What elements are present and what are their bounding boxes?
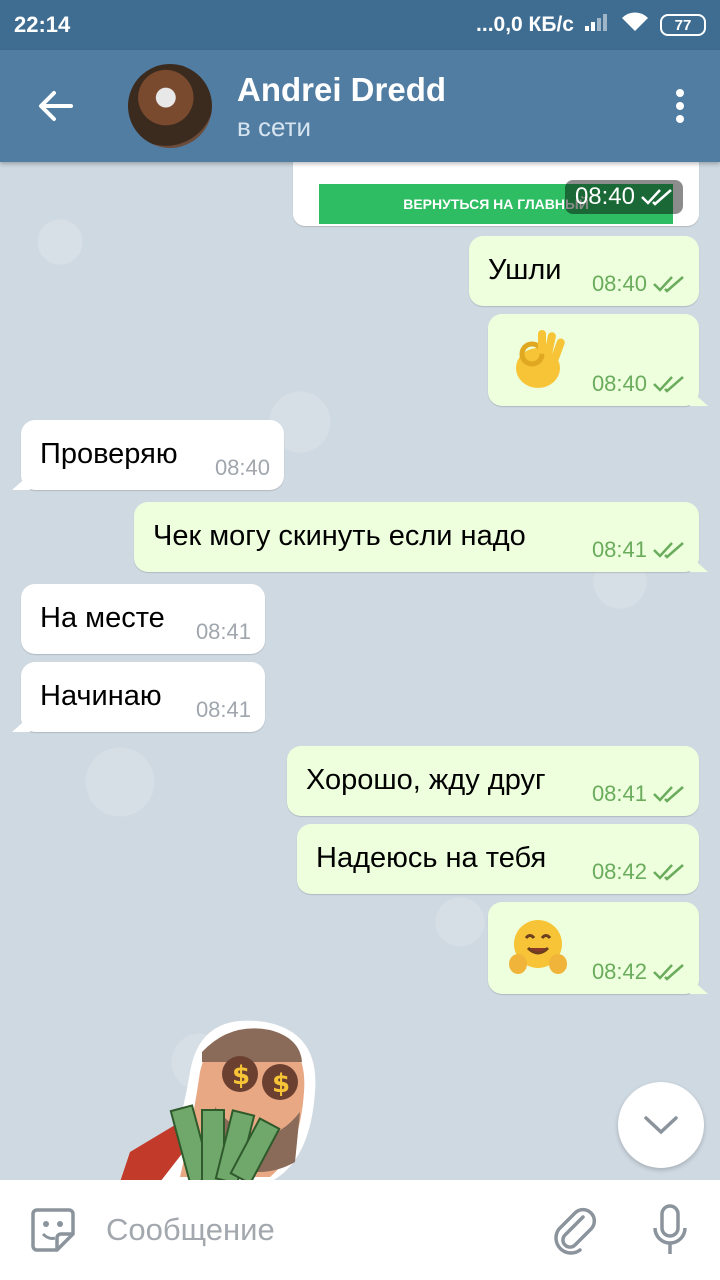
message-time: 08:40 [591,271,647,296]
status-time: 22:14 [14,12,71,37]
message-text: Чек могу скинуть если надо [153,520,526,552]
message-text: Проверяю [40,438,178,470]
network-speed: ...0,0 КБ/с [476,13,574,36]
status-bar: 22:14 ...0,0 КБ/с 77 [0,0,720,50]
link-preview-card[interactable]: ВЕРНУТЬСЯ НА ГЛАВНЫЙ 08:40 [293,162,699,226]
ok-hand-emoji-icon [516,330,565,388]
message-meta: 08:41 [196,697,251,723]
message-meta: 08:41 [592,781,685,807]
outgoing-message[interactable]: Чек могу скинуть если надо 08:41 [134,502,699,572]
incoming-message[interactable]: Начинаю 08:41 [21,662,265,732]
message-text: Надеюсь на тебя [316,842,547,874]
incoming-message[interactable]: На месте 08:41 [21,584,265,654]
double-check-icon [641,189,672,206]
message-meta: 08:42 [592,859,685,885]
outgoing-message[interactable]: Надеюсь на тебя 08:42 [297,824,699,894]
message-time: 08:40 [214,455,270,480]
message-meta: 08:40 [215,455,270,481]
money-man-sticker[interactable]: $ $ [120,1012,330,1180]
contact-info[interactable]: Andrei Dredd в сети [237,70,640,143]
message-time: 08:41 [591,537,647,562]
message-time: 08:42 [591,959,647,984]
double-check-icon [653,376,684,393]
message-text: Ушли [488,254,562,286]
more-vert-icon [676,89,684,123]
voice-message-button[interactable] [620,1180,720,1280]
message-meta: 08:42 [592,959,685,985]
paperclip-icon [554,1207,597,1255]
outgoing-message[interactable]: Хорошо, жду друг 08:41 [287,746,699,816]
message-time: 08:41 [195,697,251,722]
scroll-down-button[interactable] [618,1082,704,1168]
chat-header: Andrei Dredd в сети [0,50,720,162]
double-check-icon [653,864,684,881]
message-text: Хорошо, жду друг [306,764,546,796]
attach-button[interactable] [530,1180,620,1280]
more-options-button[interactable] [640,50,720,162]
message-meta: 08:40 [592,371,685,397]
double-check-icon [653,542,684,559]
message-meta: 08:40 [564,180,683,214]
message-time: 08:41 [591,781,647,806]
contact-avatar[interactable] [128,64,212,148]
incoming-message[interactable]: Проверяю 08:40 [21,420,284,490]
svg-text:$: $ [272,1069,290,1099]
outgoing-message[interactable]: Ушли 08:40 [469,236,699,306]
back-arrow-icon [39,91,73,121]
back-button[interactable] [0,50,110,162]
wifi-icon [620,11,650,39]
message-meta: 08:41 [196,619,251,645]
contact-name: Andrei Dredd [237,70,447,108]
chevron-down-icon [644,1116,678,1135]
svg-text:$: $ [232,1061,250,1091]
sticker-button[interactable] [0,1180,106,1280]
sticker-icon [31,1208,75,1252]
microphone-icon [653,1204,687,1254]
double-check-icon [653,276,684,293]
message-list[interactable]: ВЕРНУТЬСЯ НА ГЛАВНЫЙ 08:40 Ушли 08:40 08… [0,162,720,1180]
outgoing-emoji-message[interactable]: 08:40 [488,314,699,406]
double-check-icon [653,964,684,981]
message-text: Начинаю [40,680,162,712]
message-text: На месте [40,602,165,634]
status-icons: ...0,0 КБ/с 77 [476,11,706,39]
contact-status: в сети [237,111,312,142]
battery-indicator: 77 [660,14,706,36]
signal-icon [584,12,610,38]
outgoing-emoji-message[interactable]: 08:42 [488,902,699,994]
message-time: 08:42 [591,859,647,884]
message-time: 08:41 [195,619,251,644]
message-meta: 08:40 [592,271,685,297]
message-time: 08:40 [591,371,647,396]
hugging-face-emoji-icon [509,920,567,974]
double-check-icon [653,786,684,803]
message-meta: 08:41 [592,537,685,563]
message-input[interactable] [106,1200,530,1260]
message-time: 08:40 [574,183,635,210]
message-composer [0,1180,720,1280]
